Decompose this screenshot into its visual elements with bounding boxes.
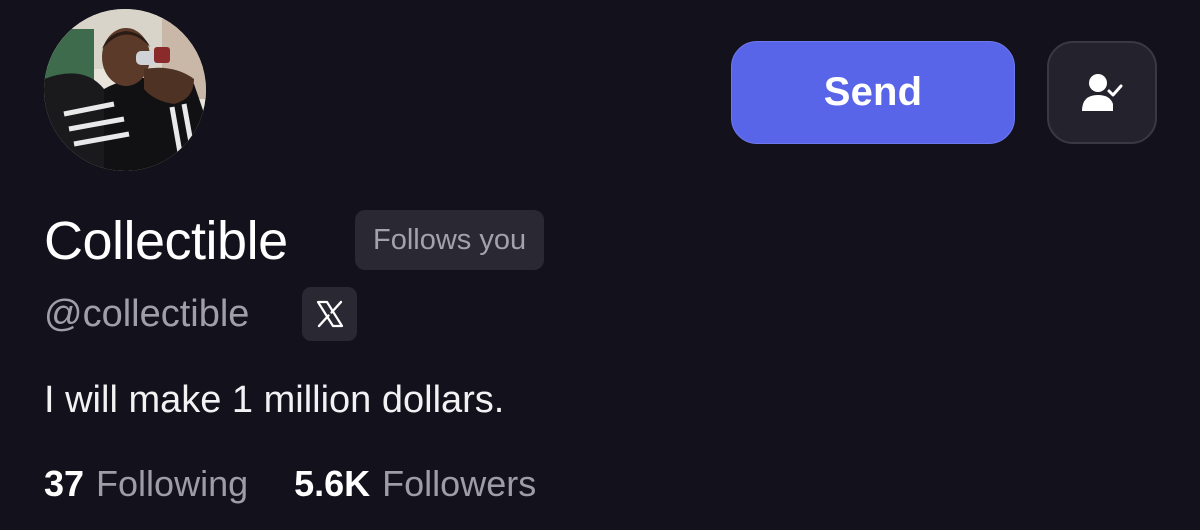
following-status-button[interactable] bbox=[1047, 41, 1157, 144]
followers-label: Followers bbox=[382, 463, 537, 504]
following-label: Following bbox=[96, 463, 249, 504]
avatar-image bbox=[44, 9, 206, 171]
avatar[interactable] bbox=[44, 9, 206, 171]
followers-stat[interactable]: 5.6K Followers bbox=[294, 458, 536, 510]
profile-stats: 37 Following 5.6K Followers bbox=[44, 458, 536, 510]
send-button[interactable]: Send bbox=[731, 41, 1015, 144]
send-button-label: Send bbox=[823, 70, 923, 114]
followers-count: 5.6K bbox=[294, 463, 371, 504]
x-link-badge[interactable] bbox=[302, 287, 357, 341]
user-check-icon bbox=[1082, 73, 1123, 111]
follows-you-badge: Follows you bbox=[355, 210, 545, 270]
x-logo-icon bbox=[316, 300, 343, 328]
profile-bio: I will make 1 million dollars. bbox=[44, 379, 505, 421]
following-stat[interactable]: 37 Following bbox=[44, 458, 248, 510]
display-name: Collectible bbox=[44, 211, 288, 271]
following-count: 37 bbox=[44, 463, 85, 504]
user-handle: @collectible bbox=[44, 293, 250, 335]
